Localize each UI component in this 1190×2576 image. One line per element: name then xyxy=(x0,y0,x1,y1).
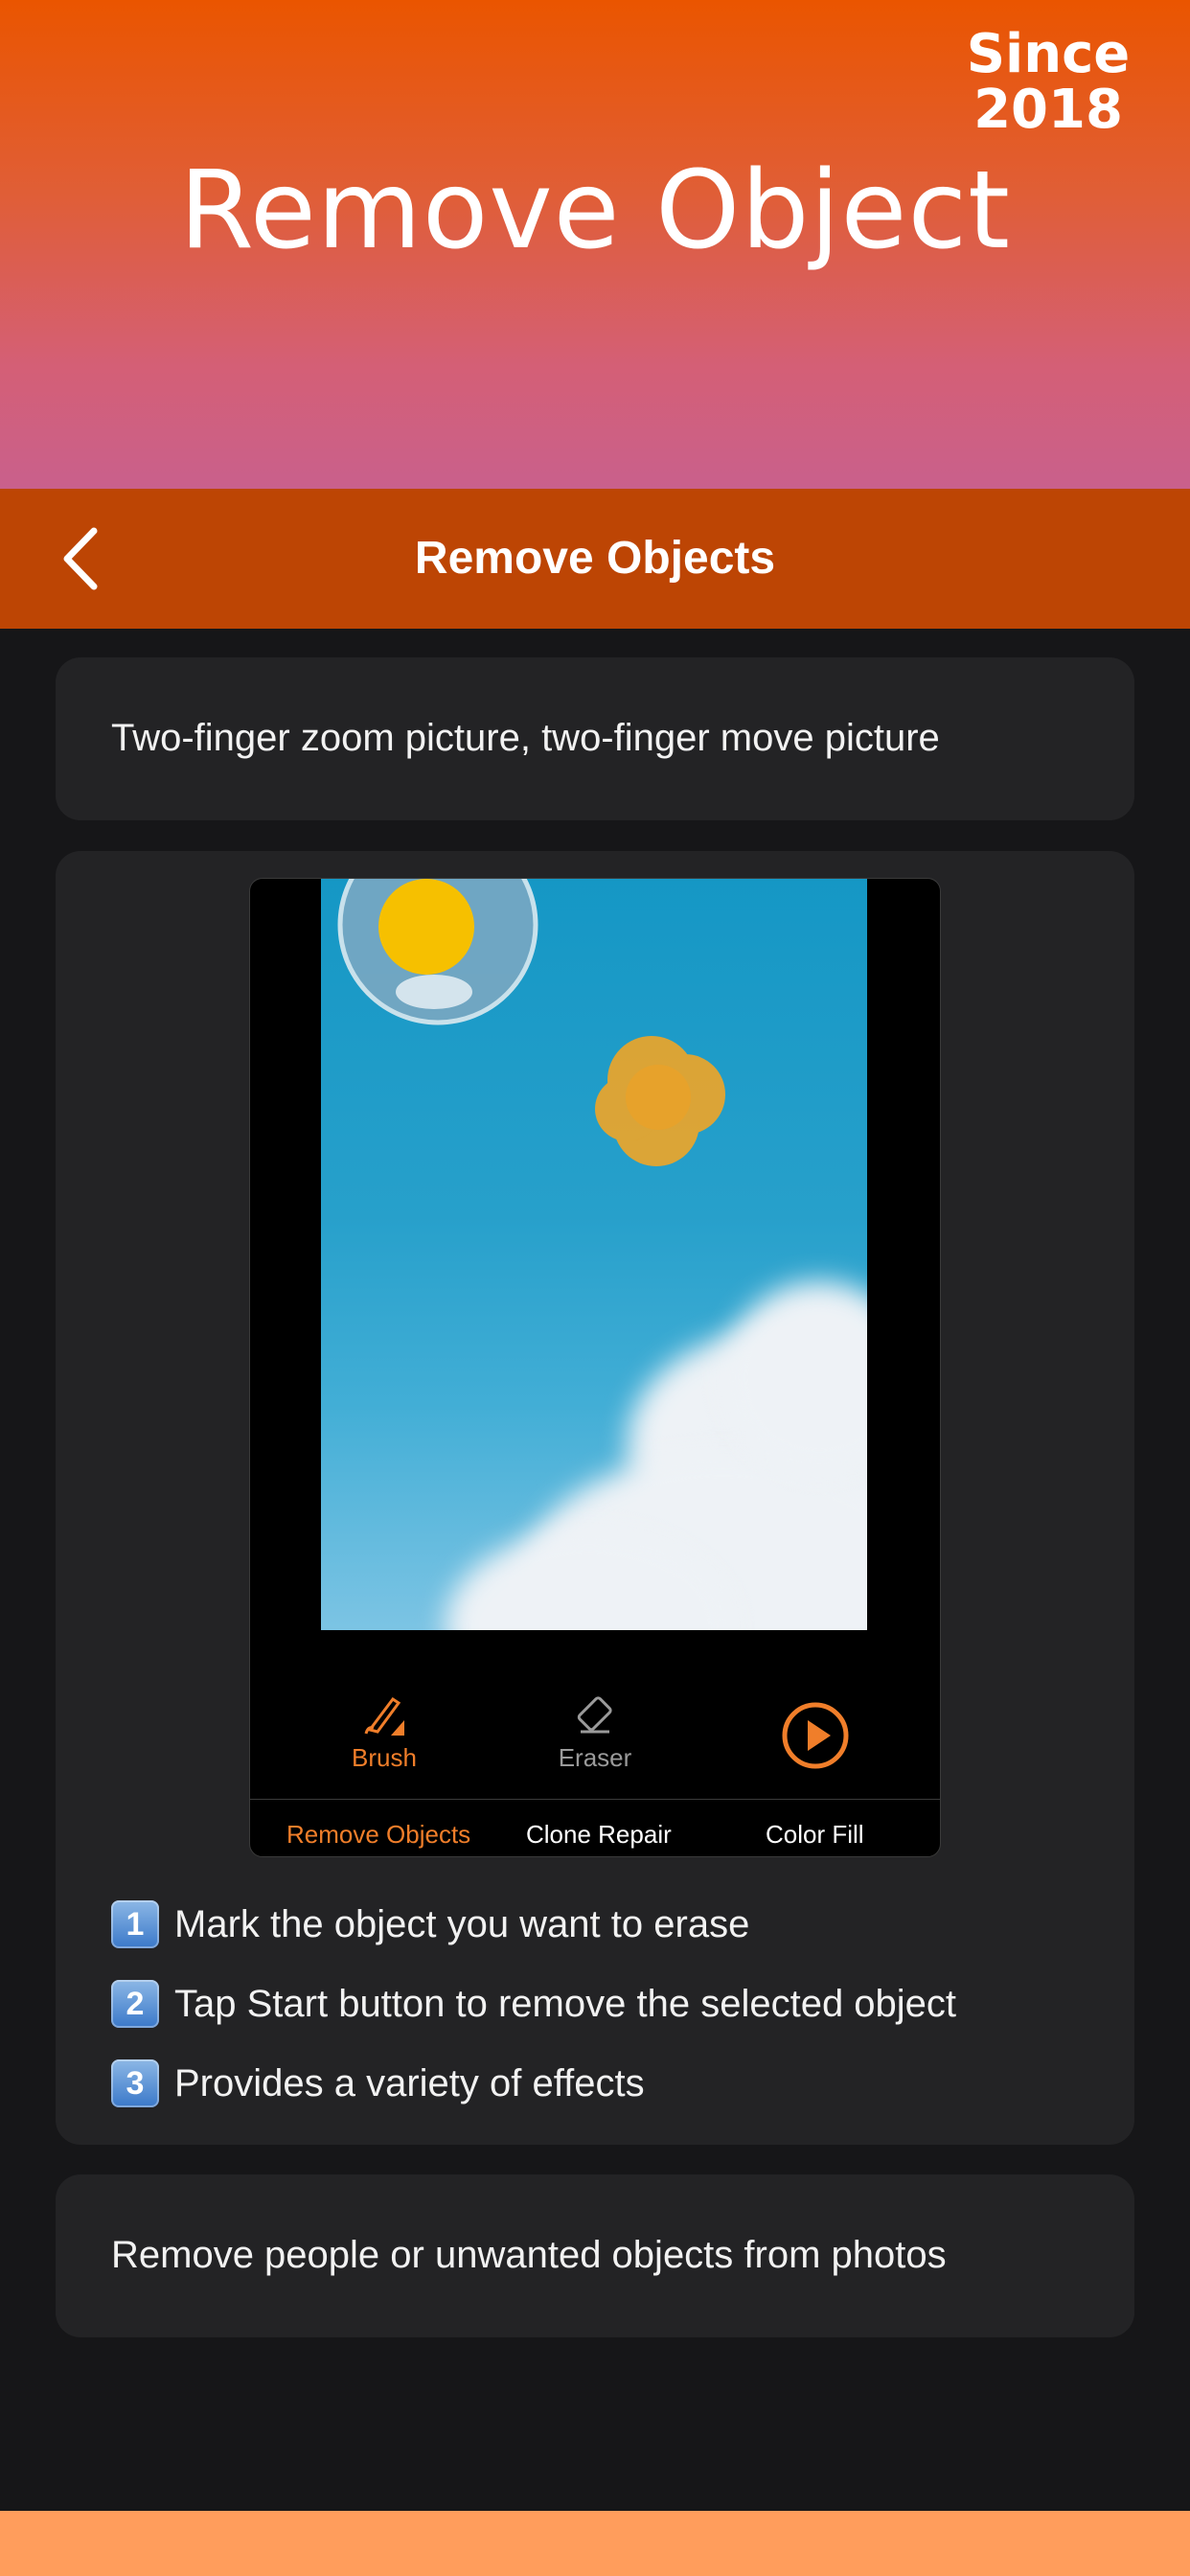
step-number-badge: 1 xyxy=(111,1900,159,1948)
preview-screenshot: Brush Eraser Remove Objects Clone Repair… xyxy=(249,878,941,1857)
brush-label: Brush xyxy=(352,1743,417,1772)
step-text: Provides a variety of effects xyxy=(174,2062,645,2104)
zoom-hint-text: Two-finger zoom picture, two-finger move… xyxy=(111,717,940,759)
brush-icon xyxy=(364,1696,404,1736)
navigation-bar: Remove Objects xyxy=(0,489,1190,629)
play-icon xyxy=(782,1702,849,1769)
step-number-badge: 3 xyxy=(111,2059,159,2107)
promo-title: Remove Object xyxy=(179,149,1011,273)
promo-banner: Since 2018 Remove Object xyxy=(0,0,1190,489)
bottom-banner-strip xyxy=(0,2511,1190,2576)
feature-text: Remove people or unwanted objects from p… xyxy=(111,2234,947,2276)
eraser-label: Eraser xyxy=(558,1743,632,1772)
feature-card: Remove people or unwanted objects from p… xyxy=(56,2174,1134,2337)
tab-clone-repair[interactable]: Clone Repair xyxy=(526,1820,672,1849)
step-item: 3 Provides a variety of effects xyxy=(111,2057,645,2110)
start-button[interactable] xyxy=(748,1701,882,1776)
since-label: Since 2018 xyxy=(966,23,1131,141)
step-text: Mark the object you want to erase xyxy=(174,1903,750,1945)
step-item: 2 Tap Start button to remove the selecte… xyxy=(111,1977,956,2031)
page-title: Remove Objects xyxy=(414,533,776,584)
preview-photo xyxy=(321,879,867,1630)
tutorial-card: Brush Eraser Remove Objects Clone Repair… xyxy=(56,851,1134,2145)
eraser-tool[interactable]: Eraser xyxy=(528,1691,662,1772)
tabs-divider xyxy=(250,1799,940,1800)
step-number-badge: 2 xyxy=(111,1980,159,2028)
tab-remove-objects[interactable]: Remove Objects xyxy=(286,1820,470,1849)
zoom-hint-card: Two-finger zoom picture, two-finger move… xyxy=(56,657,1134,820)
step-text: Tap Start button to remove the selected … xyxy=(174,1983,957,2025)
tab-color-fill[interactable]: Color Fill xyxy=(766,1820,864,1849)
brush-tool[interactable]: Brush xyxy=(317,1691,451,1772)
eraser-icon xyxy=(577,1696,612,1734)
step-item: 1 Mark the object you want to erase xyxy=(111,1898,749,1951)
